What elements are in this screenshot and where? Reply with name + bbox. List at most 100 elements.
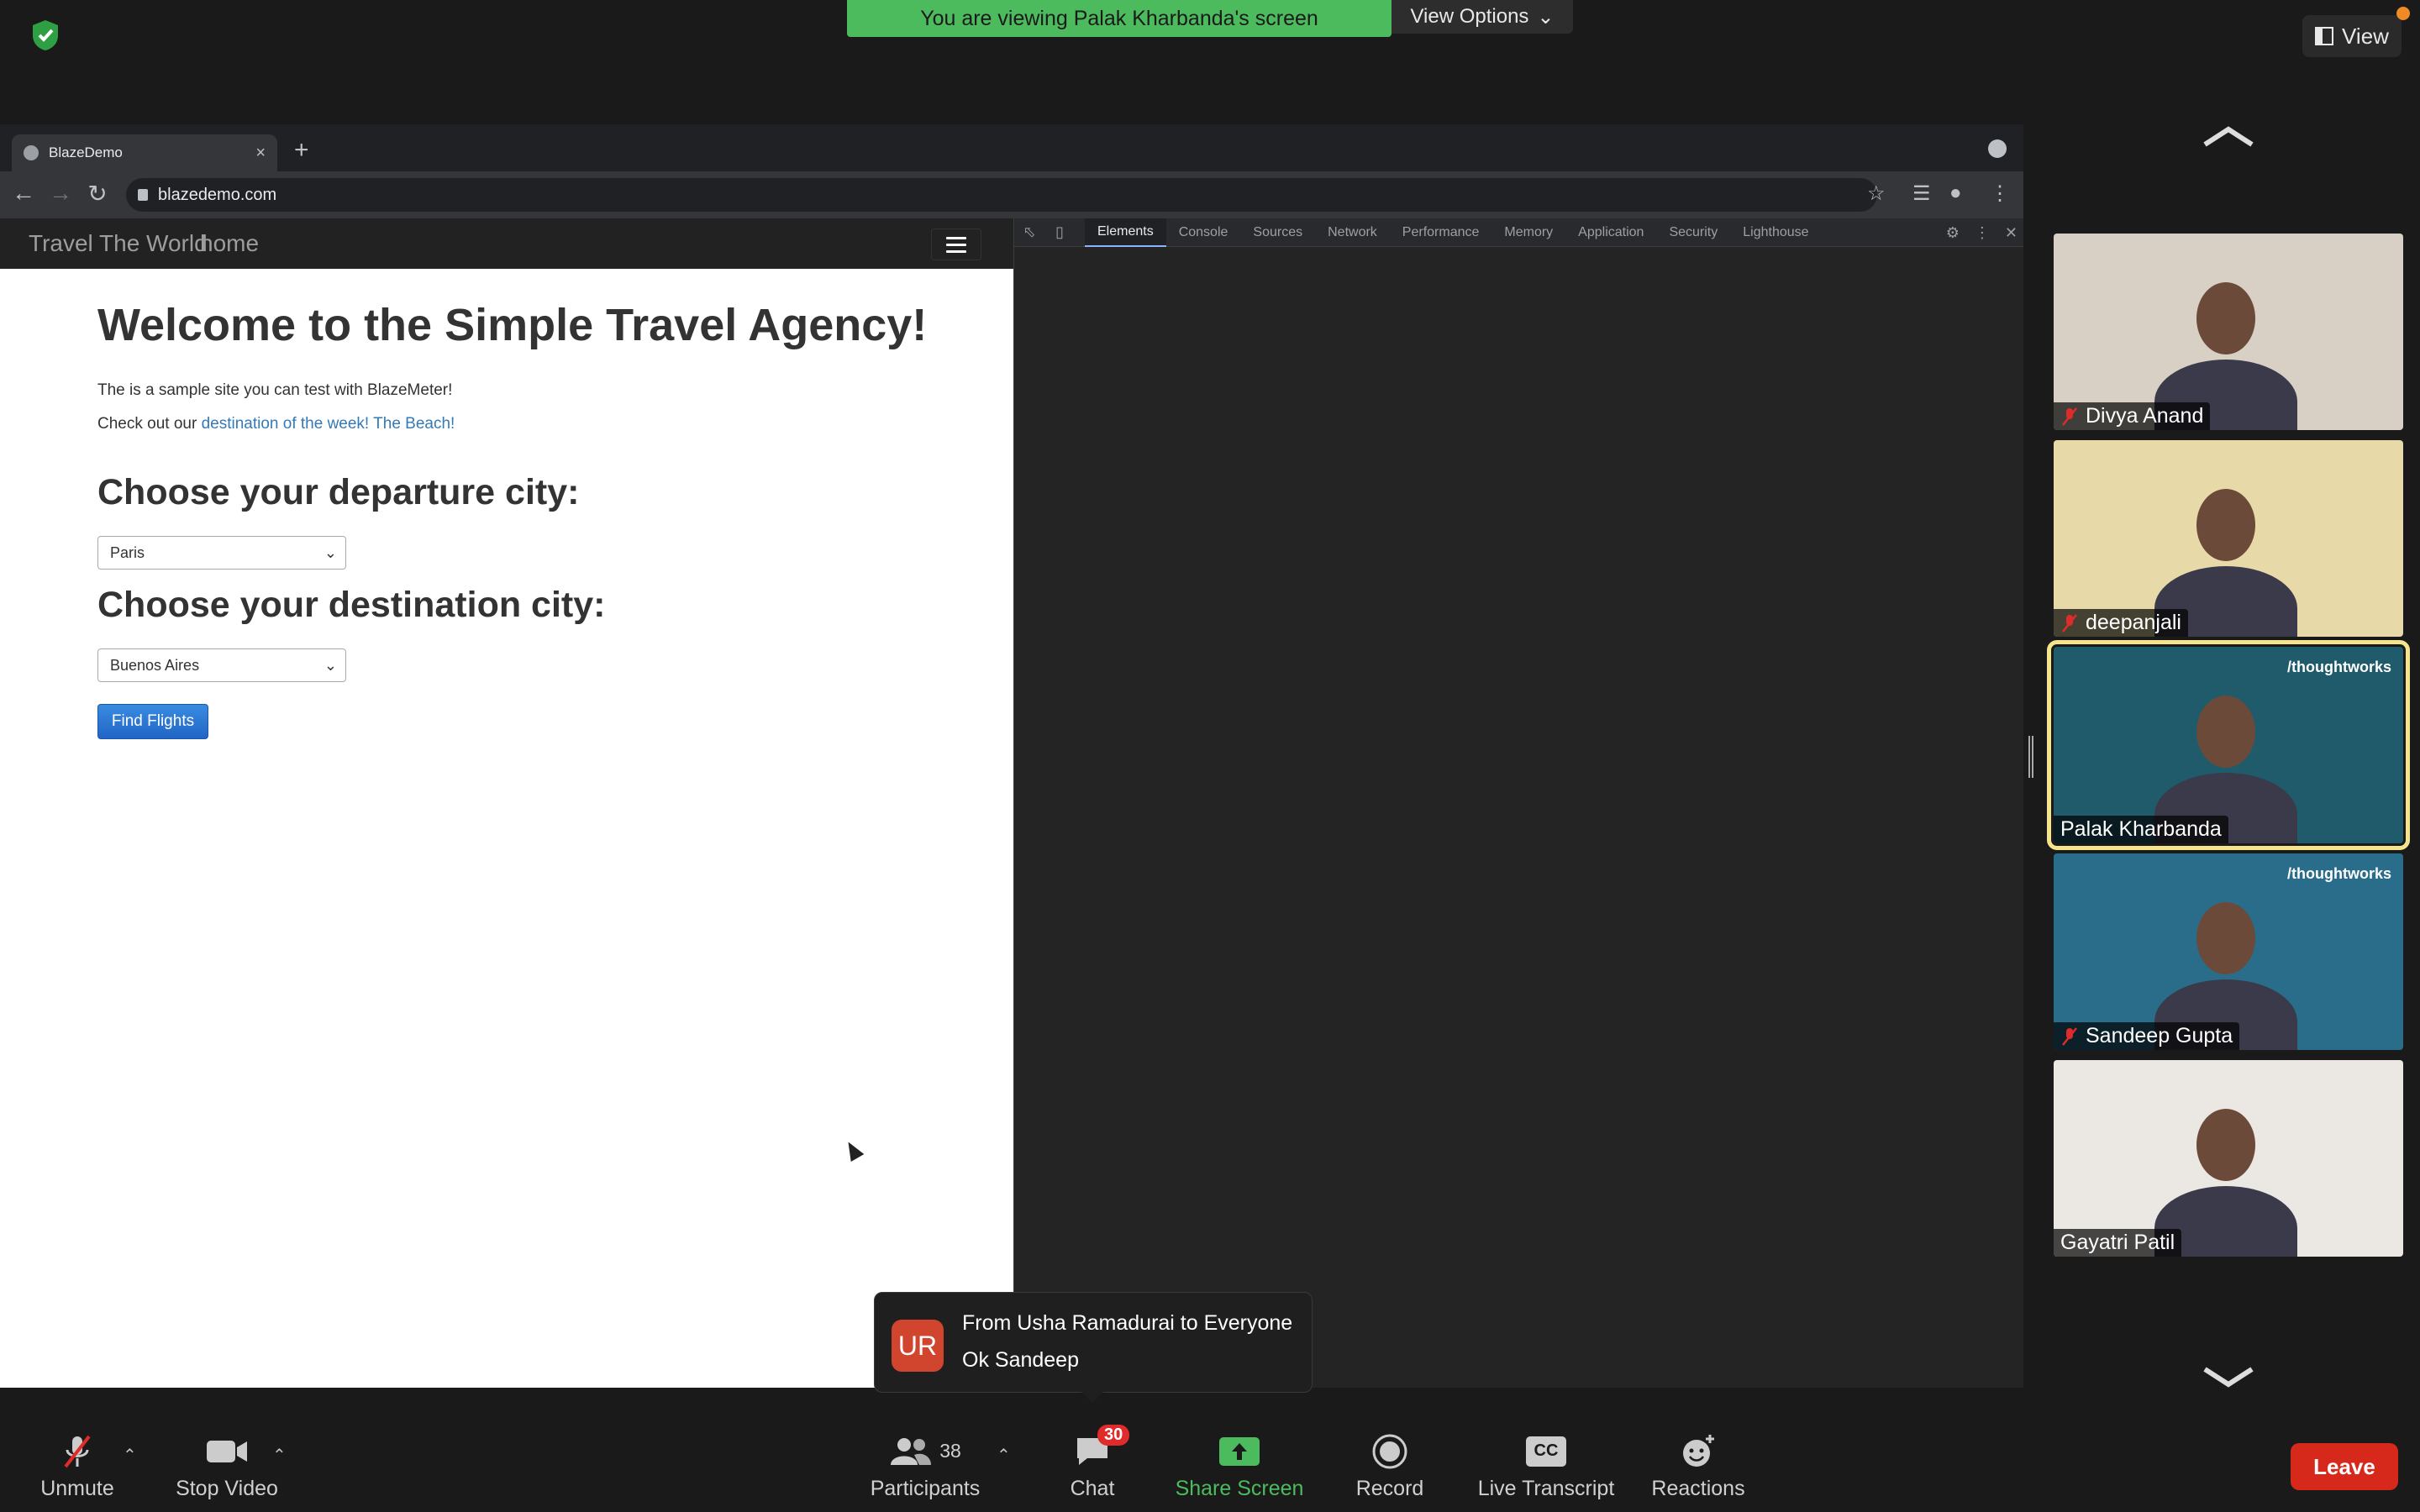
live-transcript-button[interactable]: CC Live Transcript bbox=[1470, 1421, 1622, 1512]
participant-video bbox=[2196, 489, 2255, 561]
gallery-scroll-down-icon[interactable] bbox=[2202, 1366, 2255, 1388]
media-control-icon[interactable]: ☰ bbox=[1912, 181, 1931, 206]
chat-message: Ok Sandeep bbox=[962, 1348, 1079, 1372]
participant-tile[interactable]: Divya Anand bbox=[2054, 234, 2403, 430]
participants-icon: 38 bbox=[889, 1433, 961, 1470]
shared-browser-window: BlazeDemo × + ← → ↻ blazedemo.com ☆ ☰ ● … bbox=[0, 124, 2023, 1388]
mic-muted-icon bbox=[2062, 1026, 2077, 1046]
participant-video bbox=[2196, 282, 2255, 354]
smile-plus-icon bbox=[1680, 1433, 1717, 1470]
participant-tile[interactable]: Gayatri Patil bbox=[2054, 1060, 2403, 1257]
departure-select[interactable]: Paris ⌄ bbox=[97, 536, 346, 570]
bookmark-star-icon[interactable]: ☆ bbox=[1867, 181, 1886, 206]
viewing-banner-text: You are viewing Palak Kharbanda's screen bbox=[920, 6, 1318, 30]
participant-tile[interactable]: /thoughtworks Palak Kharbanda bbox=[2047, 640, 2410, 850]
stop-video-label: Stop Video bbox=[176, 1476, 278, 1500]
new-tab-button[interactable]: + bbox=[294, 136, 309, 165]
devtools-panel: ⬁ ▯ Elements Console Sources Network Perform… bbox=[1013, 218, 2023, 1388]
share-screen-button[interactable]: Share Screen bbox=[1170, 1421, 1309, 1512]
participant-name: Palak Kharbanda bbox=[2060, 817, 2222, 841]
devtools-tab-console[interactable]: Console bbox=[1166, 218, 1241, 247]
back-icon[interactable]: ← bbox=[8, 180, 39, 207]
closed-captions-icon: CC bbox=[1526, 1433, 1566, 1470]
mic-muted-icon bbox=[2062, 407, 2077, 426]
close-devtools-icon[interactable]: ✕ bbox=[2005, 224, 2018, 242]
video-options-caret-icon[interactable]: ⌃ bbox=[272, 1445, 287, 1466]
unmute-button[interactable]: Unmute bbox=[34, 1421, 121, 1512]
devtools-tab-lighthouse[interactable]: Lighthouse bbox=[1730, 218, 1821, 247]
view-options-label: View Options bbox=[1410, 5, 1529, 28]
select-chevron-icon: ⌄ bbox=[324, 543, 337, 561]
gallery-scroll-up-icon[interactable] bbox=[2202, 126, 2255, 148]
view-layout-button[interactable]: View bbox=[2302, 15, 2402, 57]
video-camera-icon bbox=[205, 1433, 249, 1470]
settings-gear-icon[interactable]: ⚙ bbox=[1946, 224, 1960, 242]
participant-video bbox=[2196, 1109, 2255, 1181]
view-label: View bbox=[2342, 23, 2389, 49]
devtools-tab-bar: ⬁ ▯ Elements Console Sources Network Perform… bbox=[1014, 218, 2023, 247]
devtools-tab-application[interactable]: Application bbox=[1565, 218, 1656, 247]
participant-name: Divya Anand bbox=[2086, 404, 2204, 428]
reload-icon[interactable]: ↻ bbox=[82, 180, 113, 207]
chevron-down-icon: ⌄ bbox=[1537, 5, 1555, 29]
reactions-button[interactable]: Reactions bbox=[1649, 1421, 1748, 1512]
participant-name: deepanjali bbox=[2086, 611, 2181, 634]
devtools-tab-memory[interactable]: Memory bbox=[1491, 218, 1565, 247]
page-title: Welcome to the Simple Travel Agency! bbox=[97, 300, 928, 350]
site-brand[interactable]: Travel The World bbox=[29, 230, 208, 257]
participants-caret-icon[interactable]: ⌃ bbox=[997, 1445, 1011, 1466]
nav-home-link[interactable]: home bbox=[200, 230, 259, 257]
device-toolbar-icon[interactable]: ▯ bbox=[1044, 223, 1075, 241]
forward-icon[interactable]: → bbox=[45, 180, 76, 207]
security-shield-icon[interactable] bbox=[30, 18, 60, 52]
destination-heading: Choose your destination city: bbox=[97, 585, 606, 625]
share-screen-label: Share Screen bbox=[1175, 1476, 1304, 1500]
participant-name-label: Divya Anand bbox=[2054, 402, 2211, 430]
audio-options-caret-icon[interactable]: ⌃ bbox=[123, 1445, 137, 1466]
participants-button[interactable]: 38 Participants bbox=[864, 1421, 986, 1512]
hamburger-menu-icon[interactable] bbox=[931, 228, 981, 260]
departure-value: Paris bbox=[110, 543, 145, 561]
chat-notification[interactable]: UR From Usha Ramadurai to Everyone Ok Sa… bbox=[874, 1292, 1313, 1393]
globe-icon bbox=[24, 145, 39, 160]
toast-pointer bbox=[1081, 1391, 1104, 1403]
devtools-tab-security[interactable]: Security bbox=[1656, 218, 1730, 247]
close-tab-icon[interactable]: × bbox=[255, 144, 266, 163]
devtools-tab-sources[interactable]: Sources bbox=[1240, 218, 1315, 247]
mic-muted-icon bbox=[59, 1433, 96, 1470]
more-options-icon[interactable]: ⋮ bbox=[1975, 224, 1990, 242]
participant-tile[interactable]: /thoughtworks Sandeep Gupta bbox=[2054, 853, 2403, 1050]
participant-name-label: deepanjali bbox=[2054, 609, 2188, 637]
find-flights-button[interactable]: Find Flights bbox=[97, 704, 208, 739]
record-label: Record bbox=[1355, 1476, 1424, 1500]
layout-icon bbox=[2315, 27, 2334, 45]
browser-menu-icon[interactable]: ⋮ bbox=[1990, 181, 2010, 206]
unmute-label: Unmute bbox=[40, 1476, 114, 1500]
destination-value: Buenos Aires bbox=[110, 656, 200, 674]
browser-tab[interactable]: BlazeDemo × bbox=[12, 134, 277, 171]
sender-avatar: UR bbox=[892, 1320, 944, 1372]
stop-video-button[interactable]: Stop Video bbox=[168, 1421, 286, 1512]
view-options-button[interactable]: View Options ⌄ bbox=[1392, 0, 1573, 34]
address-bar[interactable]: blazedemo.com bbox=[126, 178, 1877, 212]
participant-name-label: Sandeep Gupta bbox=[2054, 1022, 2240, 1050]
record-button[interactable]: Record bbox=[1344, 1421, 1435, 1512]
destination-link[interactable]: destination of the week! The Beach! bbox=[202, 415, 455, 433]
share-screen-icon bbox=[1218, 1433, 1260, 1470]
devtools-tab-performance[interactable]: Performance bbox=[1390, 218, 1492, 247]
participant-tile[interactable]: deepanjali bbox=[2054, 440, 2403, 637]
devtools-tab-network[interactable]: Network bbox=[1315, 218, 1390, 247]
destination-select[interactable]: Buenos Aires ⌄ bbox=[97, 648, 346, 682]
participant-name-label: Gayatri Patil bbox=[2054, 1229, 2182, 1257]
chat-sender: From Usha Ramadurai to Everyone bbox=[962, 1311, 1293, 1335]
tab-search-icon[interactable] bbox=[1988, 139, 2007, 158]
select-chevron-icon: ⌄ bbox=[324, 656, 337, 674]
intro-text: The is a sample site you can test with B… bbox=[97, 381, 453, 399]
leave-button[interactable]: Leave bbox=[2291, 1443, 2398, 1490]
devtools-tab-elements[interactable]: Elements bbox=[1085, 218, 1166, 247]
gallery-resize-handle[interactable] bbox=[2028, 736, 2033, 778]
site-navbar: Travel The World home bbox=[0, 218, 1013, 269]
inspect-element-icon[interactable]: ⬁ bbox=[1014, 223, 1044, 241]
check-out-text: Check out our bbox=[97, 415, 202, 433]
profile-icon[interactable]: ● bbox=[1949, 181, 1962, 205]
